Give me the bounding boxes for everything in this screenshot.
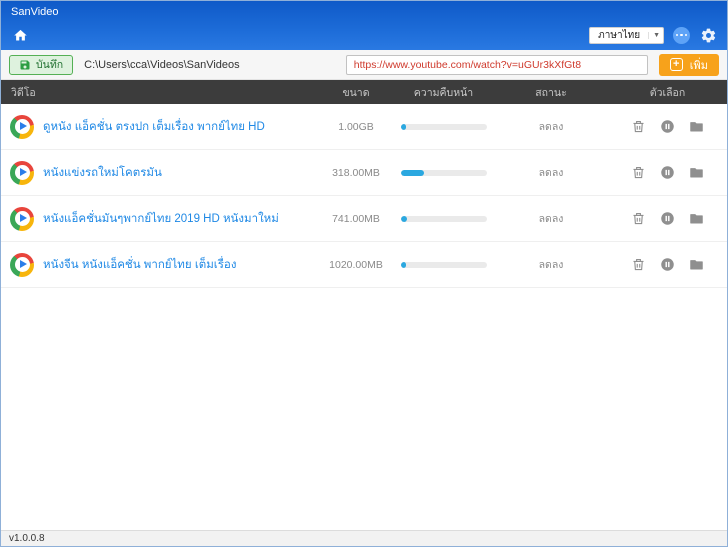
video-player-icon — [10, 114, 34, 139]
trash-icon — [631, 211, 646, 226]
chat-dot-icon — [680, 33, 683, 37]
progress-cell — [391, 169, 496, 176]
video-cell: หนังแข่งรถใหม่โคตรมัน — [1, 160, 321, 185]
trash-icon — [631, 257, 646, 272]
delete-button[interactable] — [631, 257, 646, 272]
language-select[interactable]: ภาษาไทย ▼ — [589, 26, 664, 44]
add-button-label: เพิ่ม — [689, 59, 708, 72]
pause-icon — [660, 119, 675, 134]
table-row: ดูหนัง แอ็คชั่น ตรงปก เต็มเรื่อง พากย์ไท… — [1, 104, 727, 150]
column-header-progress: ความคืบหน้า — [413, 86, 474, 99]
column-header-options: ตัวเลือก — [649, 86, 686, 99]
plus-icon: + — [669, 58, 683, 71]
delete-button[interactable] — [631, 211, 646, 226]
open-folder-button[interactable] — [689, 211, 704, 226]
gear-icon — [700, 27, 717, 44]
version-label: v1.0.0.8 — [9, 533, 45, 544]
column-header-size: ขนาด — [342, 86, 370, 99]
video-size: 1020.00MB — [329, 258, 383, 271]
progress-bar — [400, 215, 487, 222]
table-header: วิดีโอ ขนาด ความคืบหน้า สถานะ ตัวเลือก — [1, 80, 727, 104]
folder-icon — [689, 165, 704, 180]
video-player-icon — [10, 160, 34, 185]
table-row: หนังแอ็คชั่นมันๆพากย์ไทย 2019 HD หนังมาใ… — [1, 196, 727, 242]
video-title: หนังแข่งรถใหม่โคตรมัน — [43, 166, 162, 179]
save-icon — [19, 59, 31, 71]
table-row: หนังจีน หนังแอ็คชั่น พากย์ไทย เต็มเรื่อง… — [1, 242, 727, 288]
chat-dot-icon — [684, 33, 688, 37]
options-cell — [606, 257, 727, 272]
empty-list-area — [1, 288, 727, 530]
video-size: 741.00MB — [332, 212, 380, 225]
progress-fill — [400, 261, 406, 268]
video-title: ดูหนัง แอ็คชั่น ตรงปก เต็มเรื่อง พากย์ไท… — [43, 120, 265, 133]
trash-icon — [631, 119, 646, 134]
folder-icon — [689, 119, 704, 134]
video-status: ลดลง — [538, 167, 564, 179]
video-cell: หนังแอ็คชั่นมันๆพากย์ไทย 2019 HD หนังมาใ… — [1, 206, 321, 231]
progress-fill — [400, 169, 424, 176]
app-title: SanVideo — [11, 6, 59, 18]
video-status: ลดลง — [538, 121, 564, 133]
progress-bar — [400, 169, 487, 176]
table-row: หนังแข่งรถใหม่โคตรมัน 318.00MB ลดลง — [1, 150, 727, 196]
open-folder-button[interactable] — [689, 119, 704, 134]
language-select-value: ภาษาไทย — [598, 29, 641, 41]
folder-icon — [689, 257, 704, 272]
progress-fill — [400, 123, 406, 130]
pause-button[interactable] — [660, 257, 675, 272]
toolbar: บันทึก C:\Users\cca\Videos\SanVideos + เ… — [1, 50, 727, 80]
video-status: ลดลง — [538, 259, 564, 271]
settings-button[interactable] — [699, 26, 717, 44]
home-icon — [13, 28, 28, 43]
delete-button[interactable] — [631, 119, 646, 134]
titlebar: SanVideo — [1, 1, 727, 23]
pause-icon — [660, 257, 675, 272]
column-header-status: สถานะ — [535, 86, 567, 99]
video-title: หนังแอ็คชั่นมันๆพากย์ไทย 2019 HD หนังมาใ… — [43, 212, 279, 225]
video-title: หนังจีน หนังแอ็คชั่น พากย์ไทย เต็มเรื่อง — [43, 258, 237, 271]
delete-button[interactable] — [631, 165, 646, 180]
app-window: SanVideo ภาษาไทย ▼ บันทึก C:\Users\cca\V… — [0, 0, 728, 547]
video-cell: หนังจีน หนังแอ็คชั่น พากย์ไทย เต็มเรื่อง — [1, 252, 321, 277]
video-size: 318.00MB — [332, 166, 380, 179]
navbar: ภาษาไทย ▼ — [1, 23, 727, 50]
save-button-label: บันทึก — [36, 59, 64, 71]
chat-dot-icon — [675, 33, 679, 37]
chevron-down-icon: ▼ — [648, 31, 660, 39]
video-status: ลดลง — [538, 213, 564, 225]
save-path: C:\Users\cca\Videos\SanVideos — [84, 58, 240, 71]
folder-icon — [689, 211, 704, 226]
feedback-chat-button[interactable] — [673, 26, 690, 44]
pause-button[interactable] — [660, 165, 675, 180]
progress-cell — [391, 123, 496, 130]
column-header-video: วิดีโอ — [11, 86, 36, 99]
options-cell — [606, 119, 727, 134]
url-input[interactable] — [345, 54, 648, 75]
video-player-icon — [10, 252, 34, 277]
home-button[interactable] — [11, 26, 29, 44]
progress-bar — [400, 261, 487, 268]
save-button[interactable]: บันทึก — [9, 54, 74, 75]
header: SanVideo ภาษาไทย ▼ — [1, 1, 727, 50]
pause-button[interactable] — [660, 211, 675, 226]
progress-bar — [400, 123, 487, 130]
add-button[interactable]: + เพิ่ม — [658, 53, 719, 76]
progress-cell — [391, 261, 496, 268]
trash-icon — [631, 165, 646, 180]
progress-fill — [400, 215, 407, 222]
status-bar: v1.0.0.8 — [1, 530, 727, 546]
video-player-icon — [10, 206, 34, 231]
options-cell — [606, 211, 727, 226]
video-cell: ดูหนัง แอ็คชั่น ตรงปก เต็มเรื่อง พากย์ไท… — [1, 114, 321, 139]
pause-icon — [660, 165, 675, 180]
open-folder-button[interactable] — [689, 257, 704, 272]
open-folder-button[interactable] — [689, 165, 704, 180]
pause-button[interactable] — [660, 119, 675, 134]
options-cell — [606, 165, 727, 180]
progress-cell — [391, 215, 496, 222]
pause-icon — [660, 211, 675, 226]
video-size: 1.00GB — [338, 120, 374, 133]
